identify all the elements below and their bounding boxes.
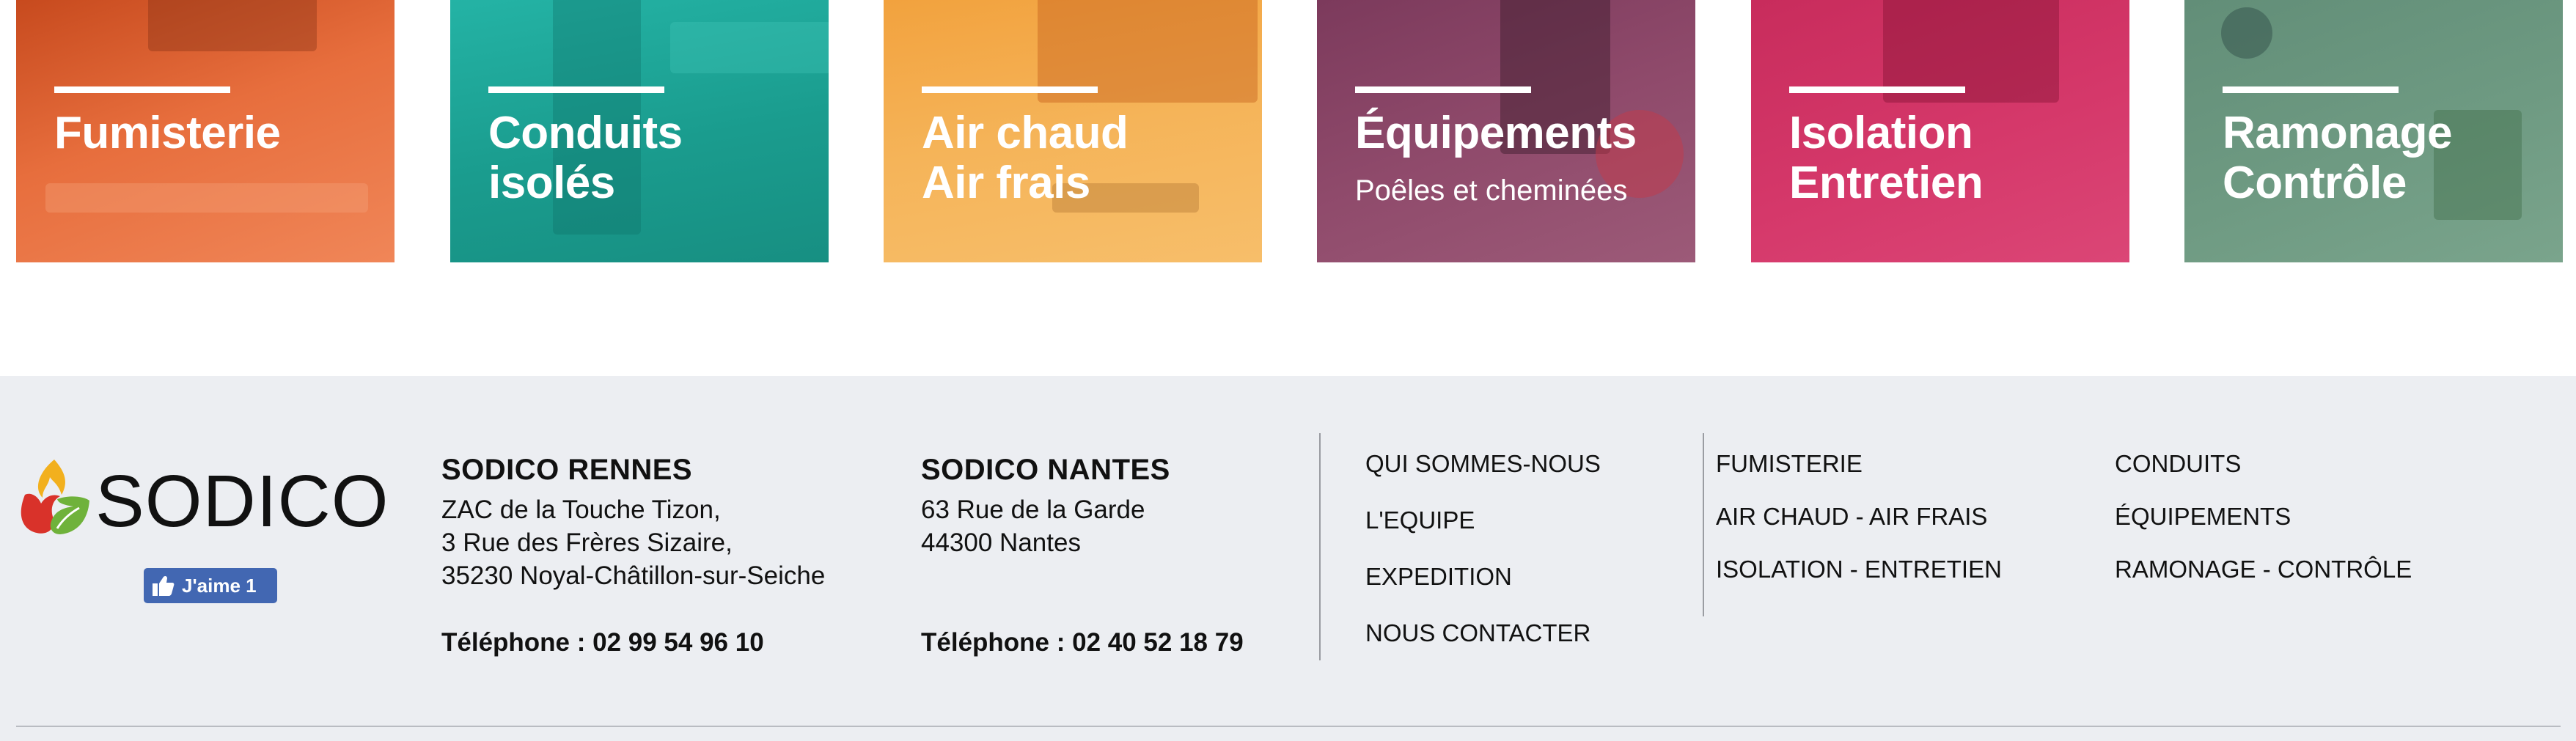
photo-detail — [45, 183, 368, 213]
menu-item-equipe[interactable]: L'EQUIPE — [1365, 500, 1601, 556]
divider — [1319, 433, 1321, 660]
footer-menu-company: QUI SOMMES-NOUS L'EQUIPE EXPEDITION NOUS… — [1365, 443, 1601, 669]
menu-item-nous-contacter[interactable]: NOUS CONTACTER — [1365, 613, 1601, 669]
address-line: 63 Rue de la Garde — [921, 495, 1145, 524]
address-line: 3 Rue des Frères Sizaire, — [441, 528, 733, 557]
flame-leaf-icon — [21, 460, 89, 534]
menu-item-fumisterie[interactable]: FUMISTERIE — [1716, 443, 2002, 496]
facebook-like-label: J'aime 1 — [182, 575, 257, 597]
tile-air-chaud-air-frais[interactable]: Air chaud Air frais — [884, 0, 1262, 262]
footer-menu-products: FUMISTERIE AIR CHAUD - AIR FRAIS ISOLATI… — [1716, 443, 2002, 602]
tile-title: Fumisterie — [54, 108, 281, 158]
category-tiles: Fumisterie Conduits isolés Air chaud Air… — [0, 0, 2576, 264]
tile-isolation-entretien[interactable]: Isolation Entretien — [1751, 0, 2129, 262]
menu-item-isolation-entretien[interactable]: ISOLATION - ENTRETIEN — [1716, 549, 2002, 602]
office-address: ZAC de la Touche Tizon, 3 Rue des Frères… — [441, 493, 896, 592]
tile-accent-bar — [54, 86, 230, 93]
logo-wordmark: SODICO — [95, 460, 389, 542]
sodico-logo[interactable]: SODICO — [16, 455, 388, 543]
tile-equipements[interactable]: Équipements Poêles et cheminées — [1317, 0, 1695, 262]
address-line: 35230 Noyal-Châtillon-sur-Seiche — [441, 561, 826, 590]
menu-item-ramonage-controle[interactable]: RAMONAGE - CONTRÔLE — [2115, 549, 2412, 602]
tile-ramonage-controle[interactable]: Ramonage Contrôle — [2184, 0, 2563, 262]
photo-detail — [670, 22, 829, 73]
tile-accent-bar — [1355, 86, 1531, 93]
facebook-like-button[interactable]: J'aime 1 — [144, 568, 277, 603]
office-phone: Téléphone : 02 99 54 96 10 — [441, 628, 764, 657]
tile-fumisterie[interactable]: Fumisterie — [16, 0, 395, 262]
menu-item-conduits[interactable]: CONDUITS — [2115, 443, 2412, 496]
photo-detail — [148, 0, 317, 51]
photo-detail — [2221, 7, 2272, 59]
office-address: 63 Rue de la Garde 44300 Nantes — [921, 493, 1302, 559]
menu-item-qui-sommes-nous[interactable]: QUI SOMMES-NOUS — [1365, 443, 1601, 500]
tile-title: Équipements — [1355, 108, 1637, 158]
tile-accent-bar — [1789, 86, 1965, 93]
office-name: SODICO NANTES — [921, 454, 1170, 486]
tile-accent-bar — [2223, 86, 2399, 93]
office-name: SODICO RENNES — [441, 454, 693, 486]
menu-item-expedition[interactable]: EXPEDITION — [1365, 556, 1601, 613]
address-line: ZAC de la Touche Tizon, — [441, 495, 721, 524]
thumbs-up-icon — [153, 575, 175, 596]
menu-item-air-chaud-air-frais[interactable]: AIR CHAUD - AIR FRAIS — [1716, 496, 2002, 549]
tile-accent-bar — [922, 86, 1098, 93]
tile-conduits[interactable]: Conduits isolés — [450, 0, 829, 262]
tile-subtitle: Poêles et cheminées — [1355, 174, 1628, 207]
tile-accent-bar — [488, 86, 664, 93]
office-rennes: SODICO RENNES ZAC de la Touche Tizon, 3 … — [441, 449, 896, 657]
tile-title: Air chaud Air frais — [922, 108, 1129, 208]
tile-title: Ramonage Contrôle — [2223, 108, 2452, 208]
menu-item-equipements[interactable]: ÉQUIPEMENTS — [2115, 496, 2412, 549]
tile-title: Isolation Entretien — [1789, 108, 1984, 208]
footer-menu-products-2: CONDUITS ÉQUIPEMENTS RAMONAGE - CONTRÔLE — [2115, 443, 2412, 602]
tile-title: Conduits isolés — [488, 108, 683, 208]
office-phone: Téléphone : 02 40 52 18 79 — [921, 628, 1244, 657]
office-nantes: SODICO NANTES 63 Rue de la Garde 44300 N… — [921, 449, 1302, 657]
site-footer: SODICO J'aime 1 SODICO RENNES ZAC de la … — [0, 376, 2576, 741]
footer-bottom-rule — [16, 726, 2561, 727]
address-line: 44300 Nantes — [921, 528, 1081, 557]
divider — [1703, 433, 1704, 616]
